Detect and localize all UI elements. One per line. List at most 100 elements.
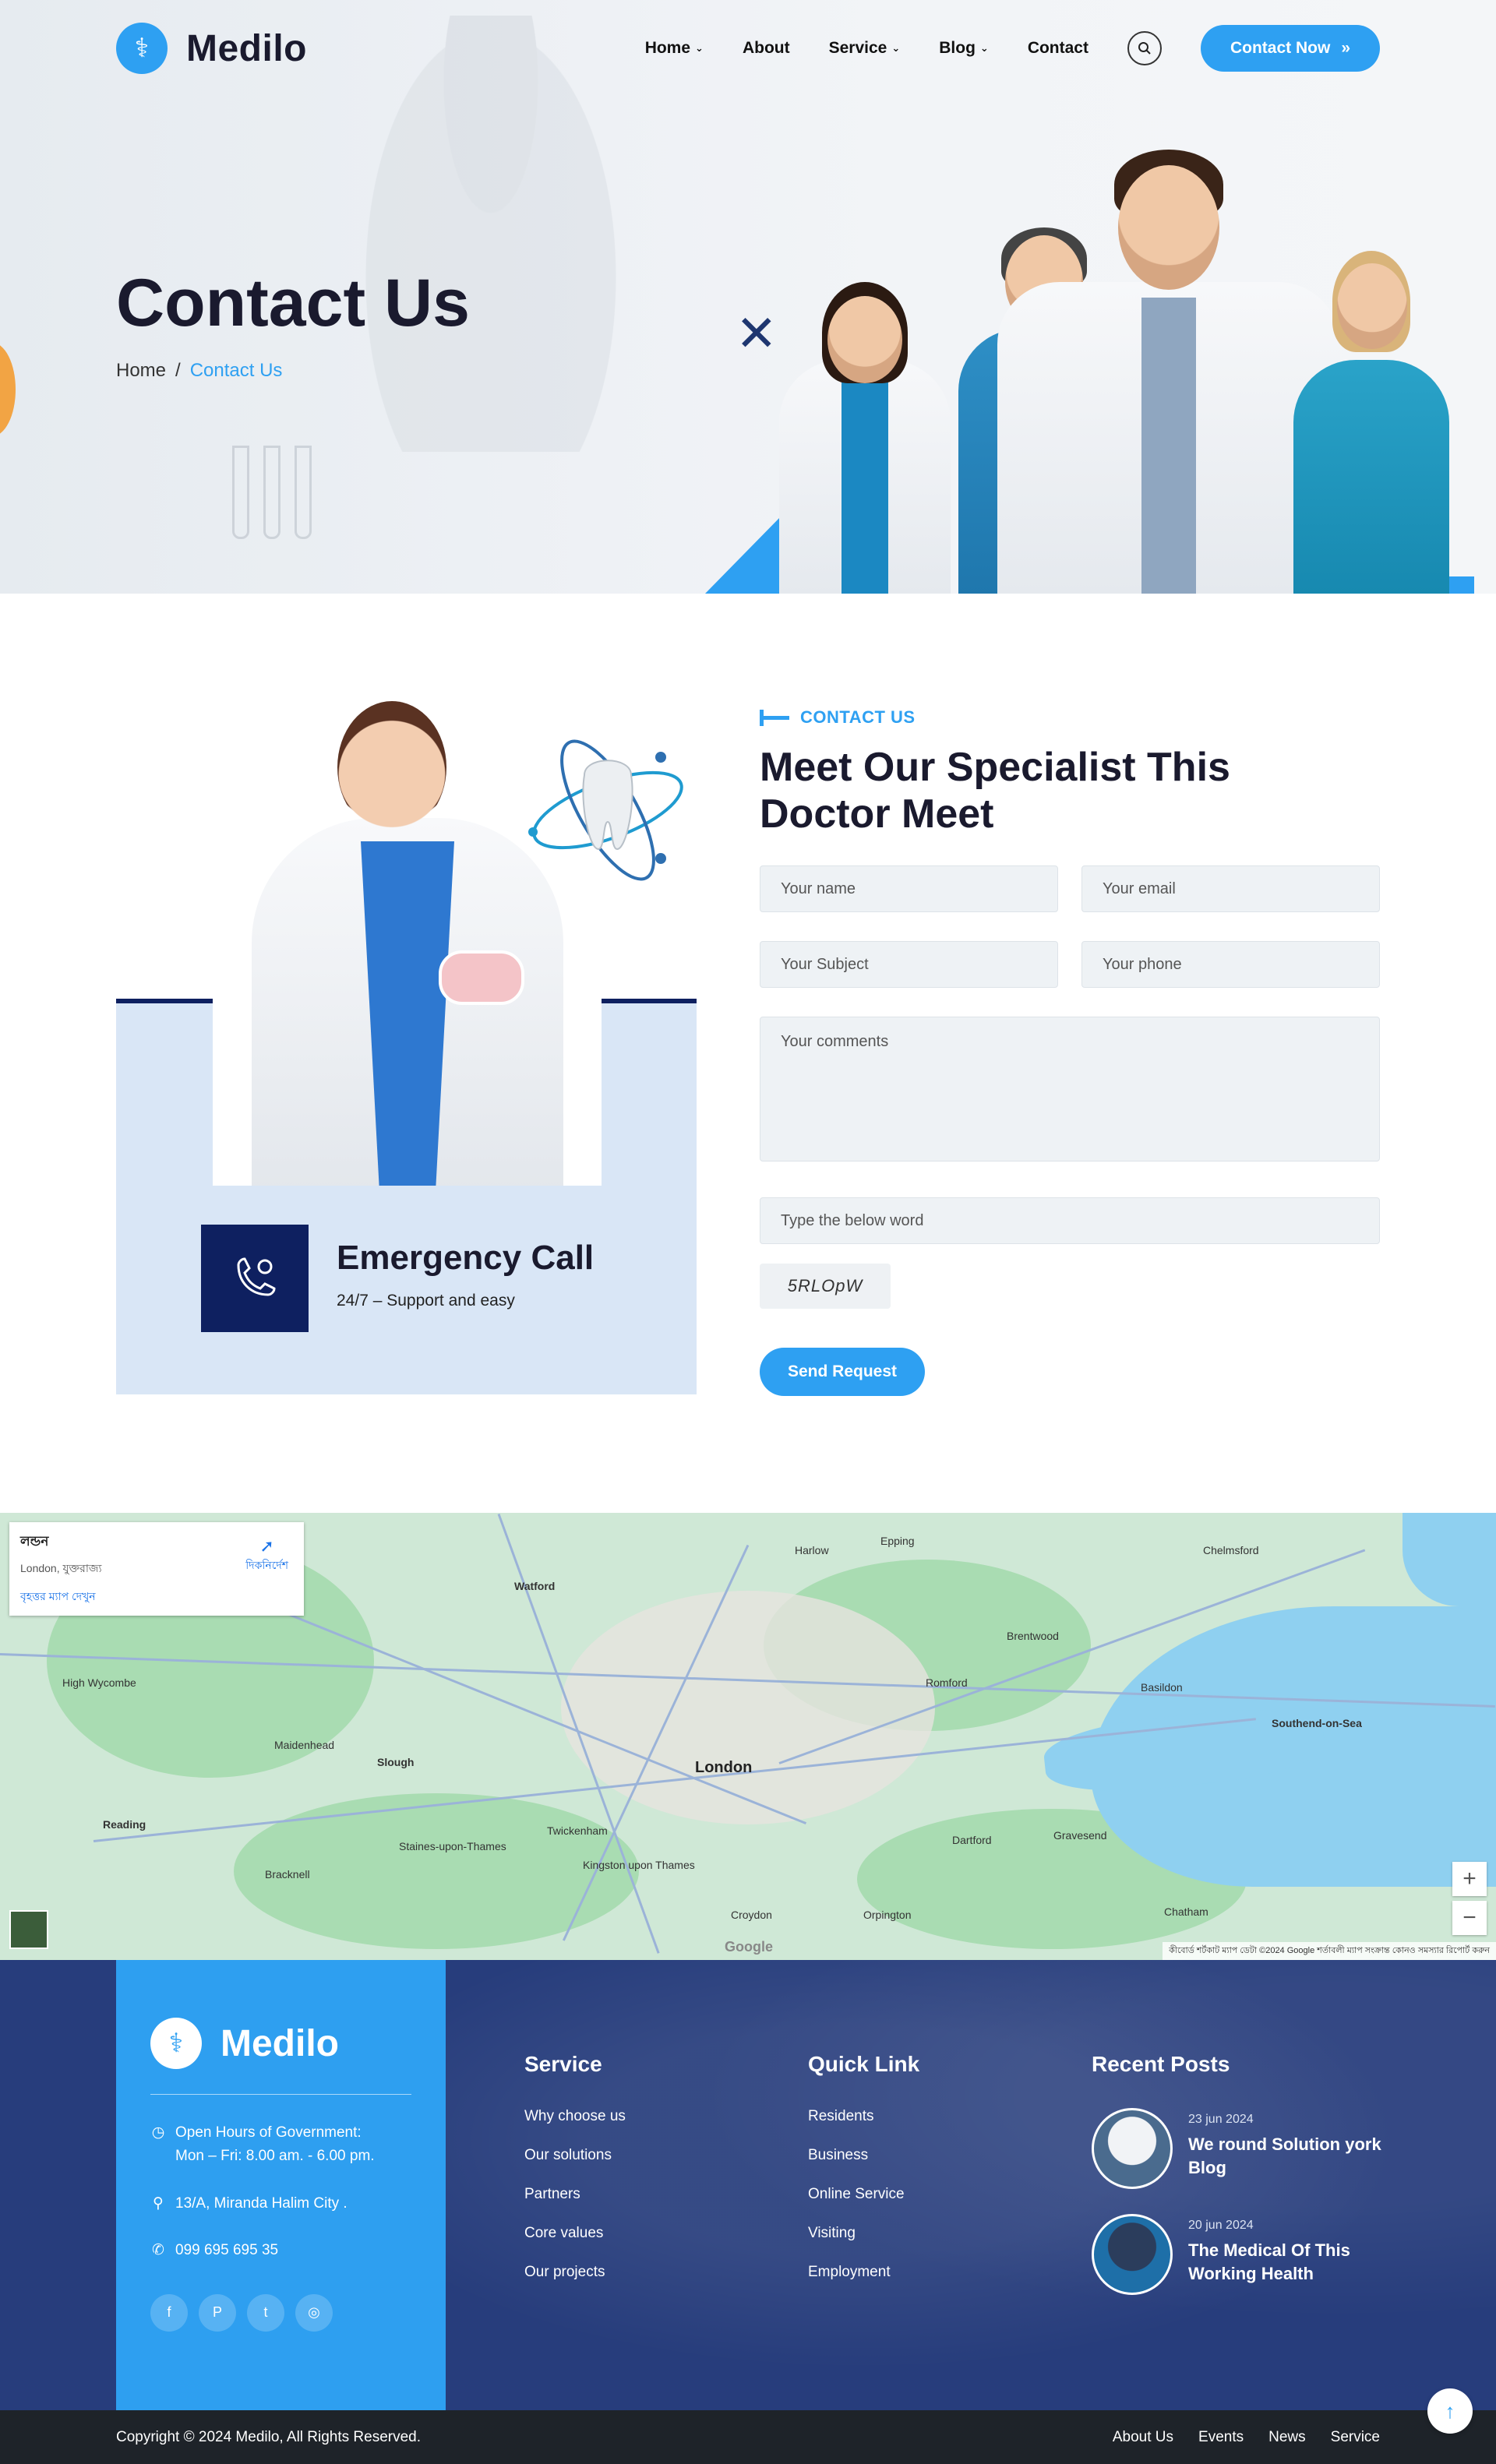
footer-logo[interactable]: ⚕ Medilo [150, 2018, 411, 2069]
footer-link-our-solutions[interactable]: Our solutions [524, 2147, 626, 2164]
breadcrumb: Home / Contact Us [116, 360, 282, 382]
nav-home[interactable]: Home ⌄ [645, 39, 704, 58]
map-label-london: London [695, 1759, 753, 1776]
footer-link-residents[interactable]: Residents [808, 2108, 919, 2125]
footer-link-our-projects[interactable]: Our projects [524, 2264, 626, 2281]
bottom-link-news[interactable]: News [1268, 2429, 1306, 2446]
footer-contact-info: ◷ Open Hours of Government: Mon – Fri: 8… [150, 2121, 411, 2263]
map-label-southend: Southend-on-Sea [1272, 1717, 1362, 1729]
location-pin-icon: ⚲ [153, 2194, 164, 2212]
nav-service-label: Service [828, 39, 887, 57]
twitter-icon[interactable]: t [247, 2293, 284, 2332]
name-field[interactable]: Your name [760, 865, 1058, 912]
nav-contact-label: Contact [1027, 39, 1088, 57]
map-label-epping: Epping [880, 1535, 915, 1547]
footer-posts-title: Recent Posts [1092, 2052, 1230, 2076]
bottom-link-events[interactable]: Events [1198, 2429, 1244, 2446]
tag-bar-icon [760, 709, 789, 726]
post-title[interactable]: The Medical Of This Working Health [1188, 2239, 1388, 2285]
map-label-croydon: Croydon [731, 1909, 772, 1921]
contact-now-button[interactable]: Contact Now » [1200, 25, 1380, 72]
post-title[interactable]: We round Solution york Blog [1188, 2133, 1388, 2179]
site-footer: ⚕ Medilo ◷ Open Hours of Government: Mon… [0, 1960, 1496, 2410]
view-larger-map-link[interactable]: বৃহত্তর ম্যাপ দেখুন [20, 1588, 96, 1606]
captcha-image: 5RLOpW [760, 1264, 891, 1309]
caduceus-icon: ⚕ [150, 2018, 202, 2069]
post-thumbnail [1092, 2108, 1173, 2189]
contact-form-title: Meet Our Specialist This Doctor Meet [760, 745, 1230, 837]
map-attribution[interactable]: কীবোর্ড শর্টকাট ম্যাপ ডেটা ©2024 Google … [1163, 1942, 1496, 1960]
hero-banner: ⚕ Medilo Home ⌄ About Service ⌄ Blog ⌄ Cont… [0, 0, 1496, 594]
nav-service[interactable]: Service ⌄ [829, 39, 901, 58]
footer-link-employment[interactable]: Employment [808, 2264, 919, 2281]
map-label-bracknell: Bracknell [265, 1868, 310, 1881]
recent-post[interactable]: 23 jun 2024 We round Solution york Blog [1092, 2108, 1388, 2189]
page-title: Contact Us [116, 266, 470, 340]
pinterest-icon[interactable]: P [199, 2293, 236, 2332]
map-label-watford: Watford [514, 1580, 556, 1592]
footer-link-business[interactable]: Business [808, 2147, 919, 2164]
map-label-reading: Reading [103, 1818, 146, 1831]
facebook-icon[interactable]: f [150, 2293, 188, 2332]
map-label-harlow: Harlow [795, 1544, 829, 1556]
google-map[interactable]: London Watford Reading Slough Croydon Ep… [0, 1513, 1496, 1960]
footer-recent-posts-column: Recent Posts 23 jun 2024 We round Soluti… [1092, 2052, 1388, 2320]
instagram-icon[interactable]: ◎ [295, 2293, 333, 2332]
site-logo[interactable]: ⚕ Medilo [116, 23, 307, 74]
chevron-down-icon: ⌄ [695, 42, 704, 54]
map-label-sevenoaks: Orpington [863, 1909, 912, 1921]
send-request-button[interactable]: Send Request [760, 1348, 925, 1396]
nav-home-label: Home [644, 39, 691, 57]
post-date: 20 jun 2024 [1188, 2219, 1254, 2232]
nav-contact[interactable]: Contact [1028, 39, 1088, 58]
breadcrumb-home[interactable]: Home [116, 360, 166, 382]
search-icon[interactable] [1127, 31, 1162, 65]
phone-support-icon [201, 1225, 309, 1332]
footer-service-title: Service [524, 2052, 602, 2076]
map-satellite-toggle[interactable] [9, 1910, 48, 1949]
footer-link-online-service[interactable]: Online Service [808, 2186, 919, 2203]
main-menu: Home ⌄ About Service ⌄ Blog ⌄ Contact [645, 39, 1088, 58]
chevron-down-icon: ⌄ [891, 42, 901, 54]
footer-link-core-values[interactable]: Core values [524, 2225, 626, 2242]
nav-about[interactable]: About [743, 39, 790, 58]
divider-line [116, 999, 213, 1003]
footer-quick-title: Quick Link [808, 2052, 920, 2076]
footer-service-column: Service Why choose us Our solutions Part… [524, 2052, 626, 2303]
scroll-to-top-button[interactable]: ↑ [1427, 2388, 1473, 2434]
map-zoom-out-button[interactable]: − [1452, 1901, 1487, 1935]
map-urban-area [561, 1591, 935, 1824]
divider-line [602, 999, 697, 1003]
caduceus-icon: ⚕ [116, 23, 168, 74]
breadcrumb-separator: / [175, 360, 181, 381]
copyright-bar: Copyright © 2024 Medilo, All Rights Rese… [0, 2410, 1496, 2464]
double-chevron-right-icon: » [1341, 39, 1350, 57]
nav-blog[interactable]: Blog ⌄ [939, 39, 989, 58]
footer-link-why-choose-us[interactable]: Why choose us [524, 2108, 626, 2125]
bottom-link-service[interactable]: Service [1331, 2429, 1380, 2446]
footer-link-partners[interactable]: Partners [524, 2186, 626, 2203]
recent-post[interactable]: 20 jun 2024 The Medical Of This Working … [1092, 2214, 1388, 2295]
chevron-down-icon: ⌄ [979, 42, 989, 54]
hero-decoration [0, 343, 16, 436]
map-label-high-wycombe: High Wycombe [62, 1676, 136, 1689]
emergency-subtitle: 24/7 – Support and easy [337, 1292, 515, 1310]
hours-label: Open Hours of Government: [175, 2124, 362, 2141]
phone-number[interactable]: 099 695 695 35 [175, 2239, 278, 2262]
subject-field[interactable]: Your Subject [760, 941, 1058, 988]
map-zoom-in-button[interactable]: + [1452, 1862, 1487, 1896]
phone-field[interactable]: Your phone [1081, 941, 1380, 988]
map-directions-button[interactable]: ➚ দিকনির্দেশ [245, 1536, 288, 1575]
footer-link-visiting[interactable]: Visiting [808, 2225, 919, 2242]
site-header: ⚕ Medilo Home ⌄ About Service ⌄ Blog ⌄ Cont… [0, 0, 1496, 97]
email-field[interactable]: Your email [1081, 865, 1380, 912]
captcha-input[interactable]: Type the below word [760, 1197, 1380, 1244]
nav-blog-label: Blog [939, 39, 976, 57]
map-water [1402, 1513, 1496, 1606]
tooth-atom-icon [522, 732, 693, 888]
bottom-link-about-us[interactable]: About Us [1113, 2429, 1173, 2446]
directions-icon: ➚ [259, 1536, 274, 1556]
comments-field[interactable]: Your comments [760, 1017, 1380, 1161]
map-label-chatham: Chatham [1164, 1905, 1208, 1918]
map-label-brentwood: Brentwood [1007, 1630, 1059, 1642]
